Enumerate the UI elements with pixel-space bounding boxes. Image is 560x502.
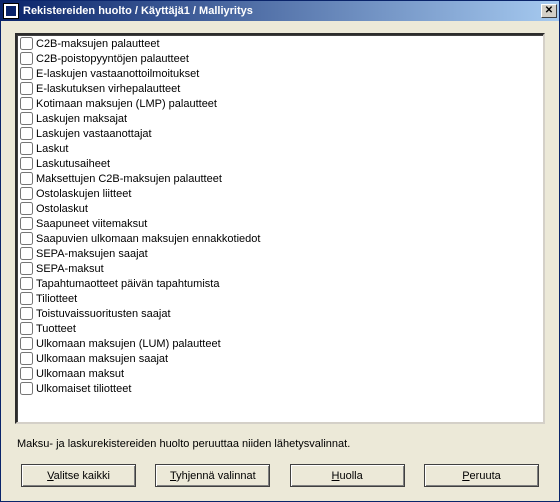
list-item-label: E-laskujen vastaanottoilmoitukset — [36, 68, 199, 80]
list-item[interactable]: Ostolaskut — [18, 201, 542, 216]
list-item[interactable]: Saapuneet viitemaksut — [18, 216, 542, 231]
list-item-checkbox[interactable] — [20, 67, 33, 80]
list-item-label: Tiliotteet — [36, 293, 77, 305]
list-item-label: Laskut — [36, 143, 68, 155]
list-item-label: Saapuneet viitemaksut — [36, 218, 147, 230]
list-item-label: Ulkomaan maksujen saajat — [36, 353, 168, 365]
list-item[interactable]: Ostolaskujen liitteet — [18, 186, 542, 201]
list-item-checkbox[interactable] — [20, 37, 33, 50]
list-item-checkbox[interactable] — [20, 247, 33, 260]
list-item-checkbox[interactable] — [20, 232, 33, 245]
list-item[interactable]: Maksettujen C2B-maksujen palautteet — [18, 171, 542, 186]
list-item[interactable]: E-laskutuksen virhepalautteet — [18, 81, 542, 96]
list-item[interactable]: Ulkomaiset tiliotteet — [18, 381, 542, 396]
close-icon: ✕ — [545, 6, 553, 16]
list-item-label: Toistuvaissuoritusten saajat — [36, 308, 171, 320]
list-item-checkbox[interactable] — [20, 52, 33, 65]
close-button[interactable]: ✕ — [541, 4, 557, 18]
list-item[interactable]: Laskujen vastaanottajat — [18, 126, 542, 141]
list-item-label: C2B-maksujen palautteet — [36, 38, 160, 50]
list-item-checkbox[interactable] — [20, 187, 33, 200]
list-item-label: Laskujen maksajat — [36, 113, 127, 125]
list-item-label: SEPA-maksujen saajat — [36, 248, 148, 260]
list-item-label: Maksettujen C2B-maksujen palautteet — [36, 173, 222, 185]
cancel-button[interactable]: Peruuta — [424, 464, 539, 487]
list-item[interactable]: Ulkomaan maksut — [18, 366, 542, 381]
list-item-label: Ulkomaan maksujen (LUM) palautteet — [36, 338, 221, 350]
list-item[interactable]: Toistuvaissuoritusten saajat — [18, 306, 542, 321]
titlebar: Rekistereiden huolto / Käyttäjä1 / Malli… — [1, 1, 559, 21]
list-item[interactable]: C2B-poistopyyntöjen palautteet — [18, 51, 542, 66]
client-area: C2B-maksujen palautteet C2B-poistopyyntöj… — [1, 21, 559, 501]
list-item[interactable]: Laskutusaiheet — [18, 156, 542, 171]
note-text: Maksu- ja laskurekistereiden huolto peru… — [17, 438, 543, 450]
list-item-checkbox[interactable] — [20, 292, 33, 305]
maintain-button[interactable]: Huolla — [290, 464, 405, 487]
list-item[interactable]: E-laskujen vastaanottoilmoitukset — [18, 66, 542, 81]
list-item-label: Ostolaskujen liitteet — [36, 188, 131, 200]
list-item-checkbox[interactable] — [20, 217, 33, 230]
list-item-checkbox[interactable] — [20, 142, 33, 155]
clear-selection-button[interactable]: Tyhjennä valinnat — [155, 464, 270, 487]
list-item[interactable]: SEPA-maksut — [18, 261, 542, 276]
registry-list[interactable]: C2B-maksujen palautteet C2B-poistopyyntöj… — [15, 33, 545, 424]
list-item-label: Ulkomaiset tiliotteet — [36, 383, 131, 395]
list-item-checkbox[interactable] — [20, 307, 33, 320]
window-title: Rekistereiden huolto / Käyttäjä1 / Malli… — [23, 5, 541, 17]
list-item[interactable]: Tuotteet — [18, 321, 542, 336]
list-item-checkbox[interactable] — [20, 97, 33, 110]
list-item-checkbox[interactable] — [20, 277, 33, 290]
list-item-checkbox[interactable] — [20, 337, 33, 350]
list-item-checkbox[interactable] — [20, 367, 33, 380]
list-item-label: Laskutusaiheet — [36, 158, 110, 170]
list-item-label: Laskujen vastaanottajat — [36, 128, 152, 140]
list-item[interactable]: Laskujen maksajat — [18, 111, 542, 126]
list-item[interactable]: Kotimaan maksujen (LMP) palautteet — [18, 96, 542, 111]
list-item[interactable]: Tapahtumaotteet päivän tapahtumista — [18, 276, 542, 291]
list-item[interactable]: SEPA-maksujen saajat — [18, 246, 542, 261]
list-item[interactable]: C2B-maksujen palautteet — [18, 36, 542, 51]
list-item-label: Ulkomaan maksut — [36, 368, 124, 380]
list-item-checkbox[interactable] — [20, 322, 33, 335]
list-item-checkbox[interactable] — [20, 82, 33, 95]
select-all-button[interactable]: Valitse kaikki — [21, 464, 136, 487]
list-item-checkbox[interactable] — [20, 202, 33, 215]
list-item[interactable]: Ulkomaan maksujen saajat — [18, 351, 542, 366]
list-item-checkbox[interactable] — [20, 127, 33, 140]
list-item-label: Tapahtumaotteet päivän tapahtumista — [36, 278, 219, 290]
list-item-label: Saapuvien ulkomaan maksujen ennakkotiedo… — [36, 233, 260, 245]
list-item-label: E-laskutuksen virhepalautteet — [36, 83, 180, 95]
button-row: Valitse kaikki Tyhjennä valinnat Huolla … — [15, 464, 545, 491]
list-item[interactable]: Ulkomaan maksujen (LUM) palautteet — [18, 336, 542, 351]
list-item[interactable]: Saapuvien ulkomaan maksujen ennakkotiedo… — [18, 231, 542, 246]
list-item-label: C2B-poistopyyntöjen palautteet — [36, 53, 189, 65]
list-item-checkbox[interactable] — [20, 262, 33, 275]
list-item[interactable]: Laskut — [18, 141, 542, 156]
list-item[interactable]: Tiliotteet — [18, 291, 542, 306]
list-item-label: Kotimaan maksujen (LMP) palautteet — [36, 98, 217, 110]
app-icon — [3, 3, 19, 19]
list-item-label: Tuotteet — [36, 323, 76, 335]
list-item-label: Ostolaskut — [36, 203, 88, 215]
window: Rekistereiden huolto / Käyttäjä1 / Malli… — [0, 0, 560, 502]
list-item-checkbox[interactable] — [20, 172, 33, 185]
list-item-checkbox[interactable] — [20, 382, 33, 395]
list-item-checkbox[interactable] — [20, 157, 33, 170]
list-item-checkbox[interactable] — [20, 112, 33, 125]
list-item-checkbox[interactable] — [20, 352, 33, 365]
list-item-label: SEPA-maksut — [36, 263, 104, 275]
